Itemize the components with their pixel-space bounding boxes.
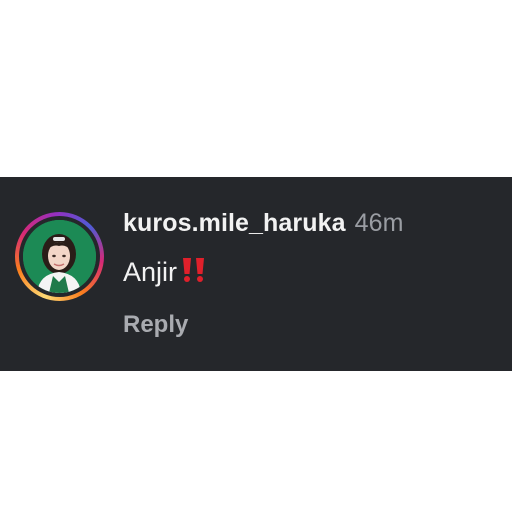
story-ring[interactable] bbox=[15, 212, 104, 301]
comment-timestamp: 46m bbox=[354, 209, 404, 237]
avatar[interactable] bbox=[23, 220, 96, 293]
avatar-image bbox=[23, 220, 96, 293]
comment-card: kuros.mile_haruka 46m Anjir Reply bbox=[0, 177, 512, 371]
avatar-gap bbox=[19, 216, 100, 297]
double-exclamation-mark-emoji bbox=[180, 257, 208, 290]
username-link[interactable]: kuros.mile_haruka bbox=[123, 209, 346, 237]
comment-author-row: kuros.mile_haruka 46m bbox=[123, 209, 404, 238]
page: kuros.mile_haruka 46m Anjir Reply bbox=[0, 0, 512, 512]
comment-body: Anjir bbox=[123, 257, 208, 290]
comment-text: Anjir bbox=[123, 257, 178, 287]
reply-button[interactable]: Reply bbox=[123, 311, 188, 339]
